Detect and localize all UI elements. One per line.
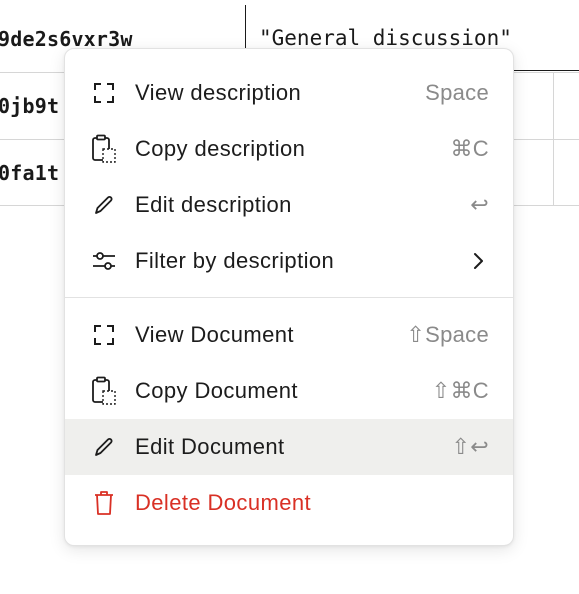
menu-item-copy-description[interactable]: Copy description ⌘C xyxy=(65,121,513,177)
keyboard-shortcut: Space xyxy=(425,80,489,105)
menu-item-label: Delete Document xyxy=(135,490,311,515)
menu-item-label: Edit description xyxy=(135,192,292,217)
clipboard-copy-icon xyxy=(90,134,118,163)
pencil-icon xyxy=(90,191,118,219)
menu-item-label: Filter by description xyxy=(135,248,335,273)
menu-item-label: View Document xyxy=(135,322,294,347)
context-menu: View description Space Copy description … xyxy=(64,48,514,546)
keyboard-shortcut: ↩ xyxy=(470,192,489,217)
trash-icon xyxy=(90,489,118,517)
menu-item-filter-by-description[interactable]: Filter by description xyxy=(65,233,513,289)
keyboard-shortcut: ⇧⌘C xyxy=(431,378,489,403)
chevron-right-icon xyxy=(474,253,483,269)
keyboard-shortcut: ⇧Space xyxy=(406,322,489,347)
menu-item-label: Edit Document xyxy=(135,434,285,459)
expand-frame-icon xyxy=(90,321,118,349)
keyboard-shortcut: ⇧↩ xyxy=(451,434,489,459)
keyboard-shortcut: ⌘C xyxy=(450,136,489,161)
menu-separator xyxy=(65,297,513,298)
menu-item-edit-description[interactable]: Edit description ↩ xyxy=(65,177,513,233)
expand-frame-icon xyxy=(90,79,118,107)
clipboard-copy-icon xyxy=(90,376,118,405)
menu-item-edit-document[interactable]: Edit Document ⇧↩ xyxy=(65,419,513,475)
menu-item-label: Copy Document xyxy=(135,378,298,403)
pencil-icon xyxy=(90,433,118,461)
row-id-cell[interactable]: 0jb9t xyxy=(0,73,59,139)
menu-item-view-document[interactable]: View Document ⇧Space xyxy=(65,307,513,363)
selected-cell-value: "General discussion" xyxy=(259,26,512,50)
column-divider xyxy=(553,73,554,205)
row-id-cell[interactable]: 0fa1t xyxy=(0,140,59,205)
filter-sliders-icon xyxy=(90,247,118,275)
menu-item-delete-document[interactable]: Delete Document xyxy=(65,475,513,531)
menu-item-label: Copy description xyxy=(135,136,306,161)
menu-item-copy-document[interactable]: Copy Document ⇧⌘C xyxy=(65,363,513,419)
menu-item-label: View description xyxy=(135,80,302,105)
menu-item-view-description[interactable]: View description Space xyxy=(65,65,513,121)
